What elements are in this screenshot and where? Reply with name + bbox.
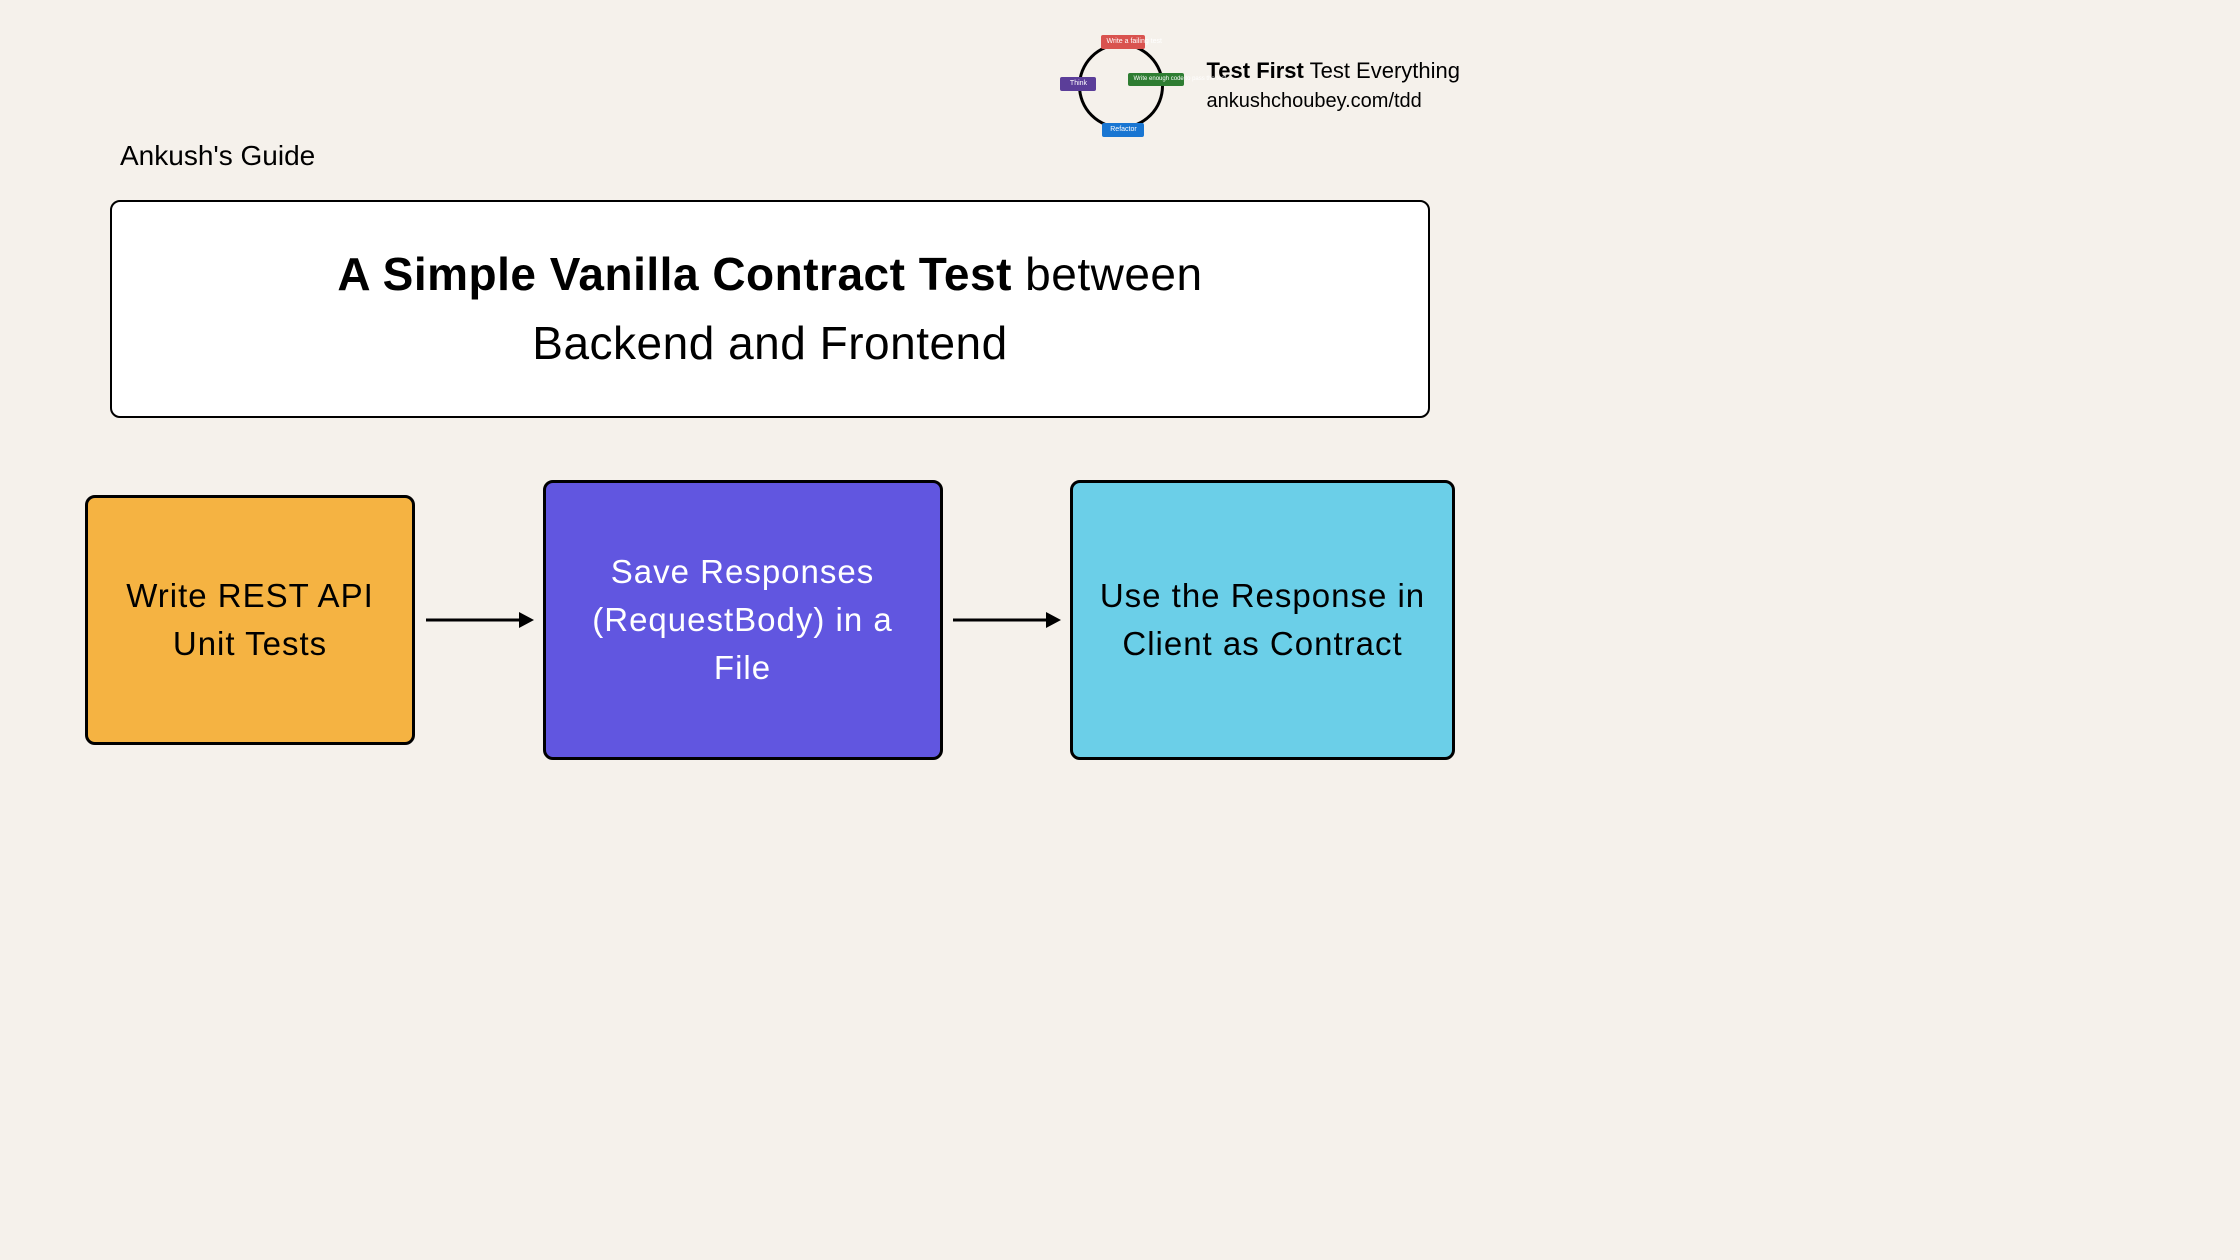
arrow-1 [424,605,534,635]
guide-label: Ankush's Guide [120,140,315,172]
cycle-write-enough: Write enough code to pass the test [1128,73,1184,86]
title-between: between [1012,248,1203,300]
flow-step-3: Use the Response in Client as Contract [1070,480,1455,760]
header-right: Write a failing test Think Write enough … [1066,35,1460,135]
cycle-refactor: Refactor [1102,123,1144,137]
title-bold: A Simple Vanilla Contract Test [337,248,1012,300]
arrow-2 [951,605,1061,635]
title-box: A Simple Vanilla Contract Test between B… [110,200,1430,418]
title-main: A Simple Vanilla Contract Test between B… [152,240,1388,378]
cycle-think: Think [1060,77,1096,91]
header-text: Test First Test Everything ankushchoubey… [1206,58,1460,113]
title-line2: Backend and Frontend [532,317,1007,369]
flow-step-2: Save Responses (RequestBody) in a File [543,480,943,760]
flow-container: Write REST API Unit Tests Save Responses… [85,480,1455,760]
header-title: Test First Test Everything [1206,58,1460,84]
header-title-regular: Test Everything [1304,58,1460,83]
cycle-write-fail: Write a failing test [1101,35,1145,49]
header-url: ankushchoubey.com/tdd [1206,90,1460,113]
flow-step-1: Write REST API Unit Tests [85,495,415,745]
tdd-cycle-diagram: Write a failing test Think Write enough … [1066,35,1176,135]
